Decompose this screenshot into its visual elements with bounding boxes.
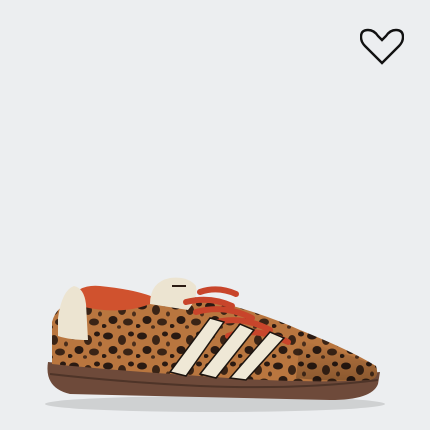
product-card[interactable] xyxy=(0,0,430,430)
wishlist-button[interactable] xyxy=(360,28,404,66)
heart-outline-icon xyxy=(360,28,404,65)
